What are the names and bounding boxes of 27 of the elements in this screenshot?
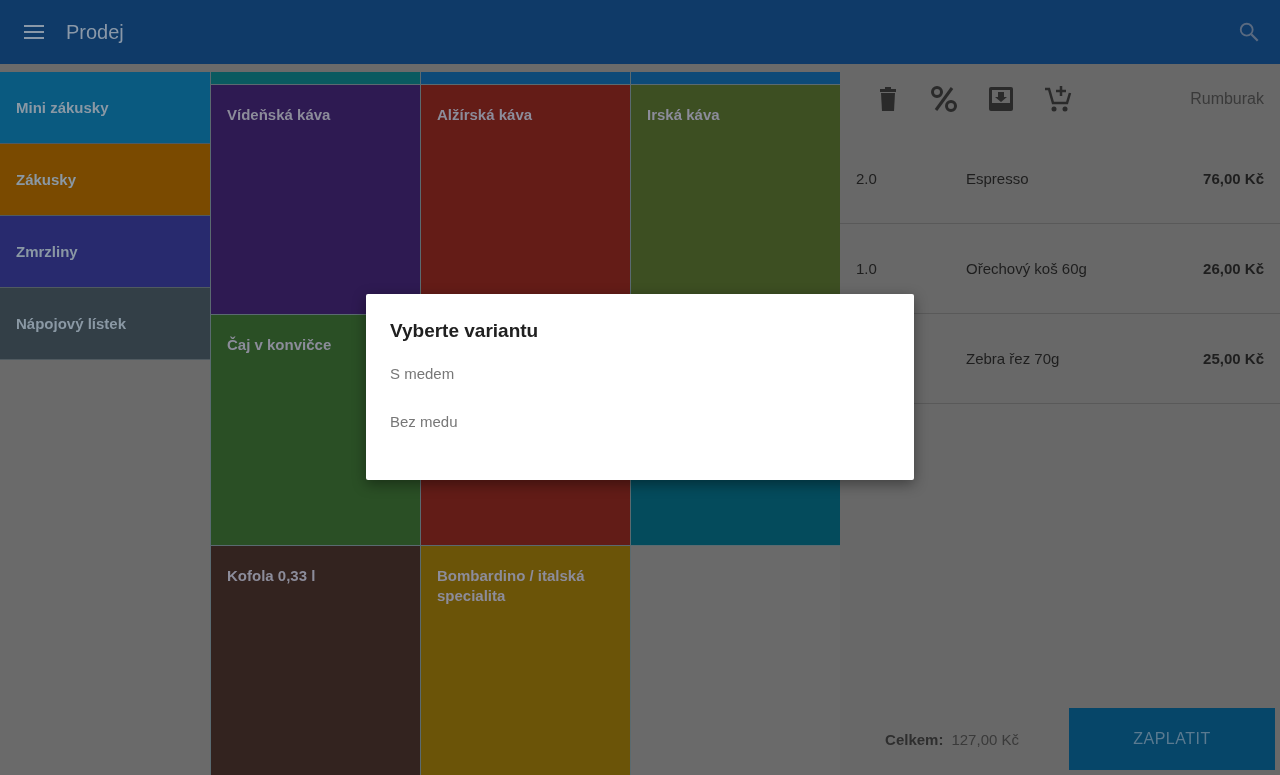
item-price: 76,00 Kč	[1203, 170, 1264, 187]
product-tile[interactable]: Bombardino / italská specialita	[421, 545, 630, 775]
category-item[interactable]: Mini zákusky	[0, 72, 210, 144]
item-name: Espresso	[966, 170, 1029, 187]
item-quantity: 2.0	[856, 170, 877, 187]
search-icon[interactable]	[1238, 21, 1260, 43]
category-item[interactable]: Zmrzliny	[0, 216, 210, 288]
category-item[interactable]: Zákusky	[0, 144, 210, 216]
item-quantity: 1.0	[856, 260, 877, 277]
product-tile[interactable]	[211, 72, 420, 84]
percent-icon[interactable]	[930, 85, 958, 113]
order-row[interactable]: 2.0 Espresso 76,00 Kč	[840, 134, 1280, 224]
item-price: 25,00 Kč	[1203, 350, 1264, 367]
product-tile[interactable]	[631, 72, 840, 84]
category-item[interactable]: Nápojový lístek	[0, 288, 210, 360]
inbox-icon[interactable]	[988, 86, 1014, 112]
item-name: Ořechový koš 60g	[966, 260, 1087, 277]
item-price: 26,00 Kč	[1203, 260, 1264, 277]
product-tile[interactable]: Vídeňská káva	[211, 85, 420, 315]
menu-icon[interactable]	[24, 25, 44, 39]
total-label: Celkem:	[885, 730, 944, 748]
item-name: Zebra řez 70g	[966, 350, 1060, 367]
product-tile[interactable]	[421, 72, 630, 84]
pay-button[interactable]: ZAPLATIT	[1069, 708, 1275, 770]
app-title: Prodej	[66, 20, 125, 44]
product-tile[interactable]: Kofola 0,33 l	[211, 545, 420, 775]
cart-add-icon[interactable]	[1044, 85, 1072, 113]
